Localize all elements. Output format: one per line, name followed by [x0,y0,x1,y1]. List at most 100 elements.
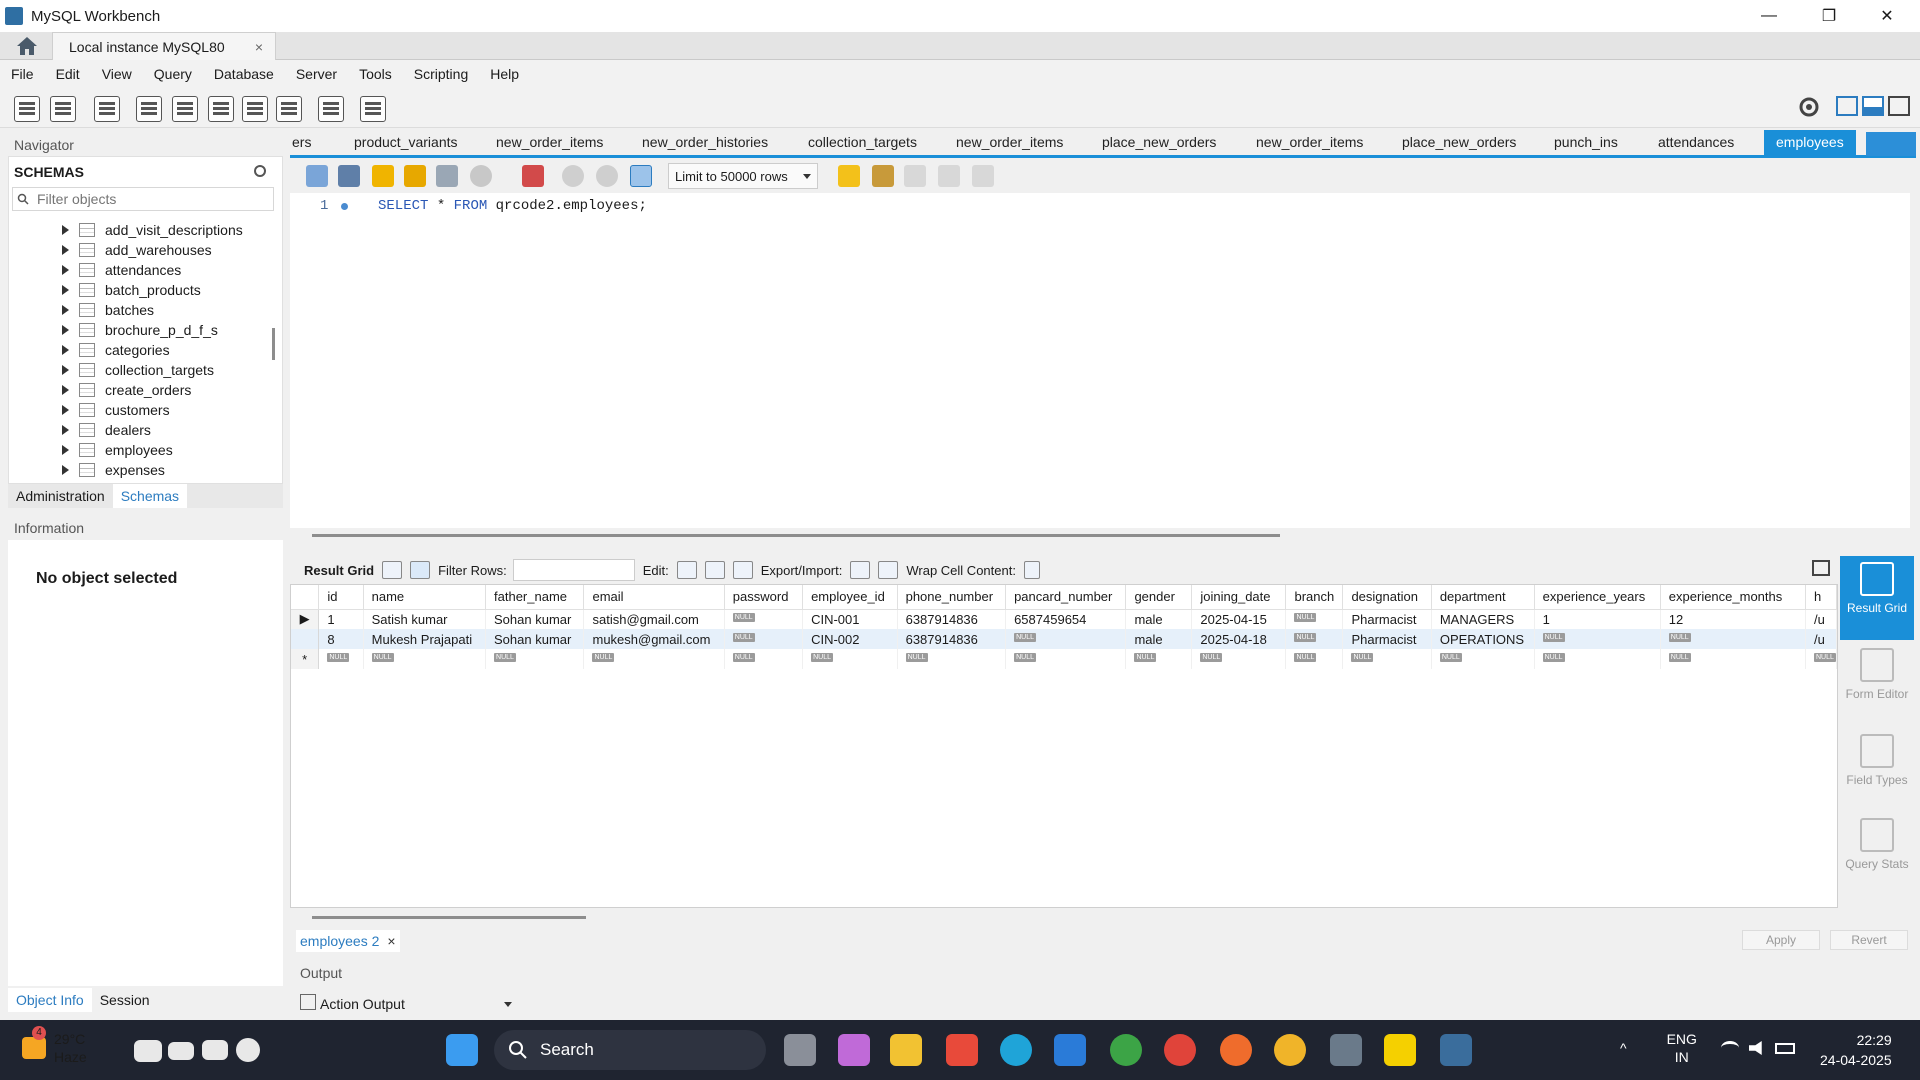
toggle-error-icon[interactable] [522,165,544,187]
chrome-work-icon[interactable] [1274,1034,1306,1066]
expand-arrow-icon[interactable] [62,445,69,455]
limit-rows-select[interactable]: Limit to 50000 rows [668,163,818,189]
table-cell[interactable]: NULL [802,649,898,669]
explain-icon[interactable] [436,165,458,187]
menu-view[interactable]: View [91,66,143,82]
table-cell[interactable]: NULL [1342,649,1432,669]
weather-widget[interactable]: 4 29°C Haze [22,1026,87,1066]
language-code[interactable]: ENG [1667,1030,1697,1048]
camera-icon[interactable] [134,1040,162,1062]
snipping-tool-icon[interactable] [1330,1034,1362,1066]
save-icon[interactable] [338,165,360,187]
column-header[interactable]: joining_date [1191,585,1287,610]
query-tab[interactable]: ers [292,134,311,150]
query-tab[interactable]: attendances [1658,134,1734,150]
tab-object-info[interactable]: Object Info [8,988,92,1012]
new-row-marker-icon[interactable]: * [291,649,320,669]
table-cell[interactable]: satish@gmail.com [583,609,725,629]
table-cell[interactable]: Pharmacist [1342,629,1432,649]
expand-arrow-icon[interactable] [62,425,69,435]
copy-output-icon[interactable] [300,994,316,1010]
mysql-workbench-taskbar-icon[interactable] [1440,1034,1472,1066]
table-cell[interactable]: 12 [1660,609,1806,629]
table-cell[interactable]: CIN-002 [802,629,898,649]
taskbar-search[interactable]: Search [494,1030,766,1070]
menu-scripting[interactable]: Scripting [403,66,479,82]
table-cell[interactable]: NULL [1005,649,1127,669]
inspector-icon[interactable] [94,96,120,122]
column-header[interactable]: id [318,585,364,610]
tree-table-item[interactable]: batch_products [62,280,201,300]
editor-hscrollbar[interactable] [312,534,1280,537]
table-cell[interactable]: NULL [363,649,487,669]
execute-current-icon[interactable] [404,165,426,187]
tree-table-item[interactable]: categories [62,340,170,360]
table-row[interactable]: ▶ 1 Satish kumar Sohan kumar satish@gmai… [291,609,1837,629]
table-cell[interactable]: NULL [318,649,364,669]
column-header[interactable]: phone_number [897,585,1007,610]
tree-table-item[interactable]: collection_targets [62,360,214,380]
result-tab[interactable]: employees 2 × [296,930,400,952]
tree-scrollbar[interactable] [272,328,275,360]
folder-icon[interactable] [202,1040,228,1060]
find-icon[interactable] [904,165,926,187]
column-header[interactable]: father_name [485,585,585,610]
table-cell[interactable]: NULL [1805,649,1837,669]
table-cell[interactable]: NULL [1191,649,1287,669]
tree-table-item[interactable]: attendances [62,260,181,280]
tree-table-item[interactable]: dealers [62,420,151,440]
task-view-icon[interactable] [784,1034,816,1066]
menu-database[interactable]: Database [203,66,285,82]
table-cell[interactable]: CIN-001 [802,609,898,629]
query-tab[interactable]: collection_targets [808,134,917,150]
region-code[interactable]: IN [1667,1048,1697,1066]
microsoft-store-icon[interactable] [946,1034,978,1066]
video-icon[interactable] [168,1042,194,1060]
result-grid-button[interactable]: Result Grid [1840,556,1914,640]
tree-table-item[interactable]: customers [62,400,170,420]
table-cell[interactable]: male [1125,629,1193,649]
clock[interactable]: 22:29 24-04-2025 [1820,1030,1892,1070]
menu-server[interactable]: Server [285,66,348,82]
query-tab-active[interactable]: employees [1764,130,1856,155]
tree-table-item[interactable]: employees [62,440,173,460]
table-cell[interactable]: NULL [1534,649,1661,669]
query-tab[interactable]: new_order_items [496,134,603,150]
form-editor-button[interactable]: Form Editor [1840,642,1914,726]
table-cell[interactable]: NULL [724,649,804,669]
field-types-button[interactable]: Field Types [1840,728,1914,812]
close-tab-icon[interactable]: × [255,39,263,55]
settings-gear-icon[interactable] [1798,96,1820,118]
filter-objects-input[interactable] [37,191,257,207]
toggle-secondary-sidebar-icon[interactable] [1888,96,1910,116]
close-button[interactable]: ✕ [1858,0,1916,32]
windows-start-icon[interactable] [446,1034,478,1066]
create-schema-icon[interactable] [136,96,162,122]
create-procedure-icon[interactable] [242,96,268,122]
menu-edit[interactable]: Edit [45,66,91,82]
expand-arrow-icon[interactable] [62,405,69,415]
sql-editor[interactable] [290,193,1910,528]
vscode-icon[interactable] [1054,1034,1086,1066]
revert-button[interactable]: Revert [1830,930,1908,950]
tree-table-item[interactable]: brochure_p_d_f_s [62,320,218,340]
table-cell[interactable]: 2025-04-18 [1191,629,1287,649]
menu-tools[interactable]: Tools [348,66,403,82]
gear-icon[interactable] [236,1038,260,1062]
table-cell[interactable]: NULL [1534,629,1661,649]
maximize-button[interactable]: ❐ [1800,0,1858,32]
chrome-profile-icon[interactable] [1164,1034,1196,1066]
apply-button[interactable]: Apply [1742,930,1820,950]
wrap-lines-icon[interactable] [972,165,994,187]
column-header[interactable]: employee_id [802,585,898,610]
open-sql-script-icon[interactable] [50,96,76,122]
table-cell[interactable]: NULL [724,629,804,649]
insert-row-icon[interactable] [704,561,725,579]
column-header[interactable]: experience_years [1534,585,1661,610]
import-icon[interactable] [878,561,899,579]
commit-icon[interactable] [562,165,584,187]
toggle-sidebar-icon[interactable] [1836,96,1858,116]
toggle-output-icon[interactable] [1862,96,1884,116]
postman-icon[interactable] [1220,1034,1252,1066]
query-tab[interactable]: new_order_items [1256,134,1363,150]
